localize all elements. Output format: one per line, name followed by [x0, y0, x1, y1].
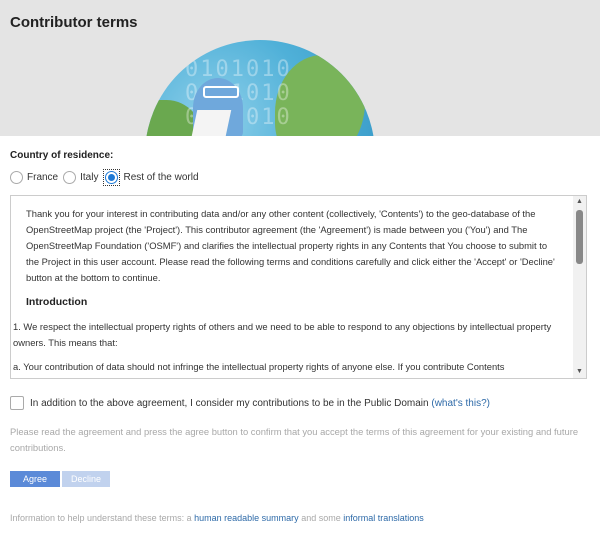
scroll-down-icon[interactable]: ▼ — [575, 367, 584, 376]
decline-button[interactable]: Decline — [62, 471, 110, 487]
human-readable-summary-link[interactable]: human readable summary — [194, 513, 299, 523]
agree-button[interactable]: Agree — [10, 471, 60, 487]
radio-circle[interactable] — [63, 170, 77, 184]
info-footer: Information to help understand these ter… — [10, 513, 424, 523]
scrollbar-thumb[interactable] — [576, 210, 583, 264]
public-domain-checkbox[interactable] — [10, 396, 24, 410]
agreement-instructions: Please read the agreement and press the … — [10, 426, 579, 453]
radio-circle[interactable] — [10, 170, 23, 184]
country-label: Country of residence: — [10, 150, 114, 161]
informal-translations-link[interactable]: informal translations — [343, 513, 424, 523]
terms-intro: Thank you for your interest in contribut… — [26, 208, 555, 283]
info-prefix: Information to help understand these ter… — [10, 513, 192, 523]
terms-text-box[interactable]: Thank you for your interest in contribut… — [10, 195, 587, 379]
header-banner: Contributor terms 010101001010100101010 — [0, 0, 600, 136]
public-domain-label: In addition to the above agreement, I co… — [30, 397, 429, 409]
radio-label-rest-of-world: Rest of the world — [123, 171, 199, 183]
public-domain-row: In addition to the above agreement, I co… — [10, 396, 490, 410]
radio-rest-of-world[interactable]: Rest of the world — [103, 168, 199, 186]
terms-item-a: a. Your contribution of data should not … — [13, 361, 505, 372]
radio-label-france: France — [27, 171, 59, 183]
terms-heading: Introduction — [26, 296, 88, 308]
terms-scrollbar[interactable]: ▲ ▼ — [573, 196, 586, 378]
radio-france[interactable]: France — [10, 170, 59, 184]
radio-circle-selected[interactable] — [105, 170, 119, 184]
radio-label-italy: Italy — [80, 171, 99, 183]
button-row: Agree Decline — [10, 471, 110, 487]
globe-illustration: 010101001010100101010 — [145, 40, 375, 136]
country-section: Country of residence: France Italy Rest … — [10, 150, 590, 186]
radio-italy[interactable]: Italy — [63, 170, 99, 184]
country-radio-group: France Italy Rest of the world — [10, 168, 590, 186]
whats-this-link[interactable]: what's this? — [435, 398, 487, 409]
page-title: Contributor terms — [10, 14, 138, 31]
whats-this-paren-close: ) — [486, 397, 490, 409]
terms-item-1: 1. We respect the intellectual property … — [13, 321, 552, 348]
info-middle: and some — [301, 513, 341, 523]
scroll-up-icon[interactable]: ▲ — [575, 197, 584, 206]
